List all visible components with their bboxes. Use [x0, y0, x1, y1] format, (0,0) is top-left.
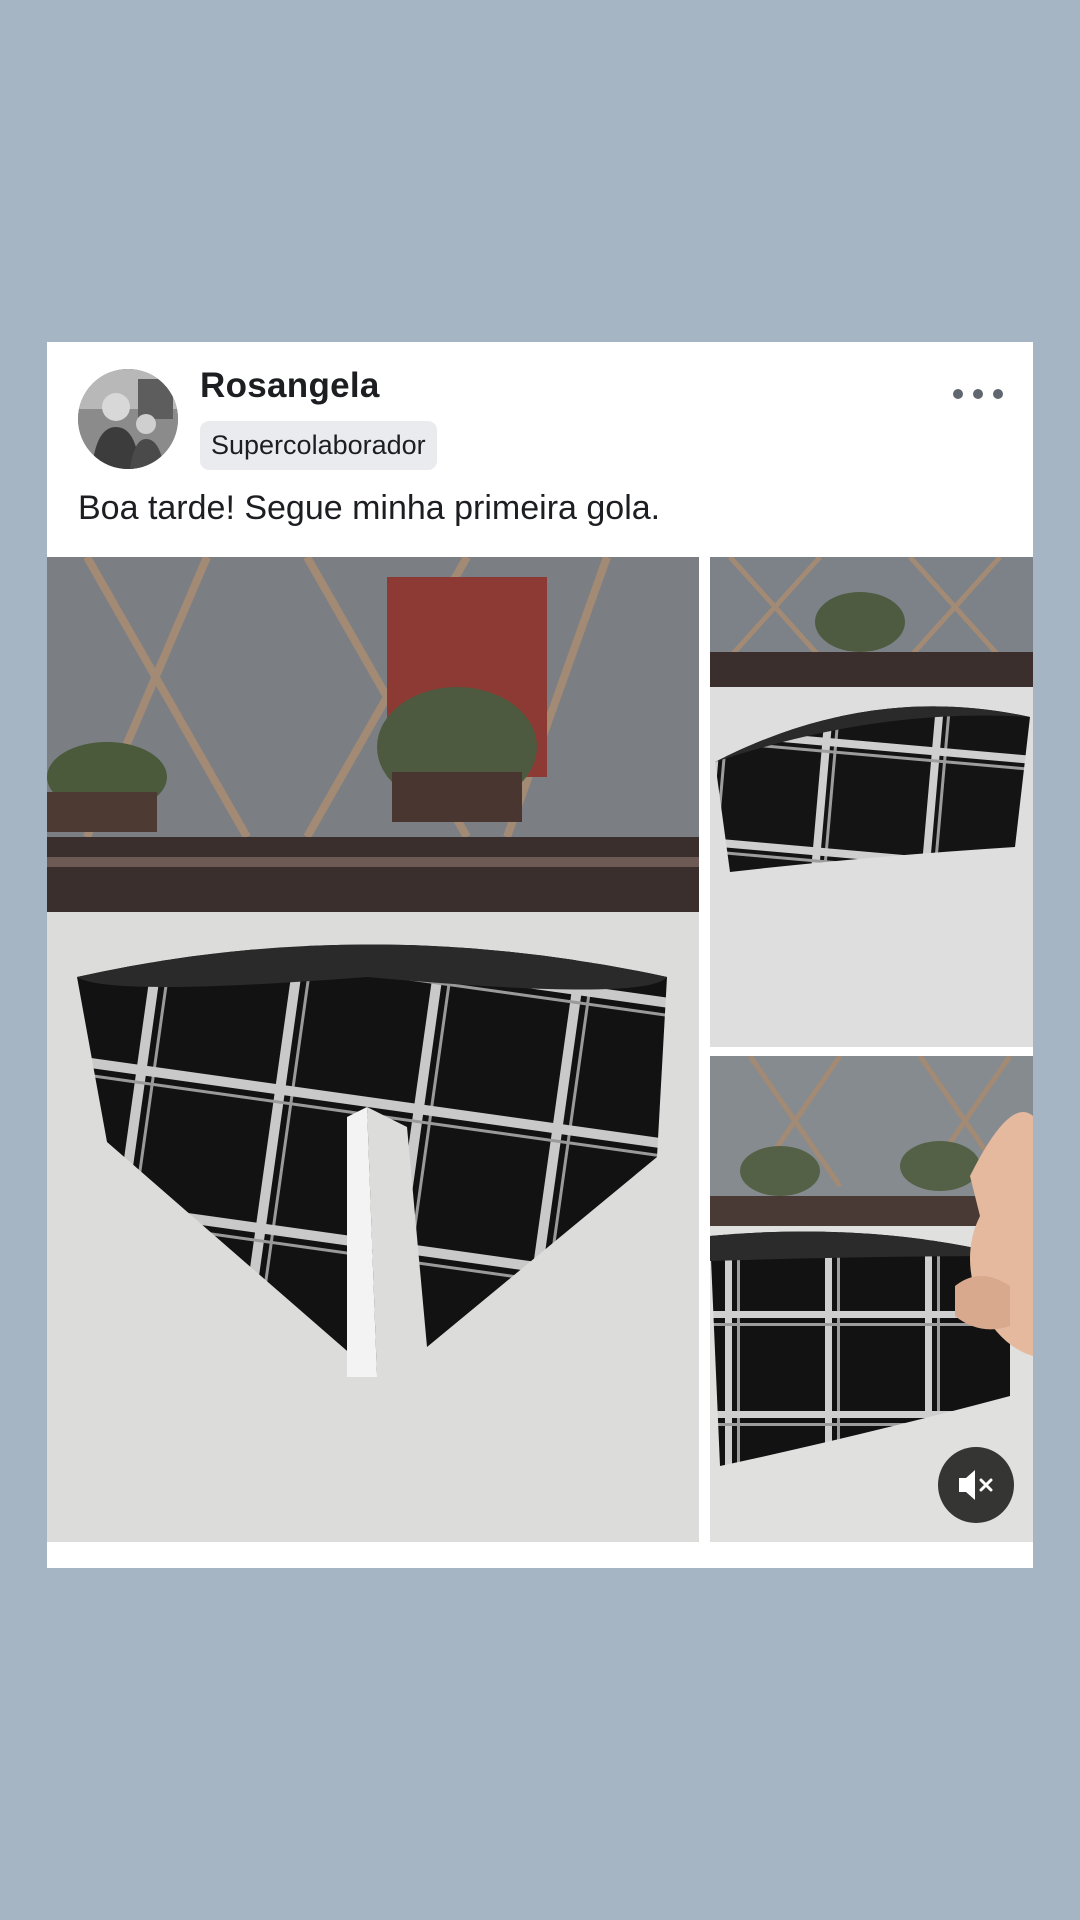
post-card: Rosangela Supercolaborador Boa tarde! Se…	[47, 342, 1033, 1568]
mute-toggle-button[interactable]	[938, 1447, 1014, 1523]
more-horizontal-icon	[953, 389, 963, 399]
avatar[interactable]	[78, 369, 178, 469]
author-name[interactable]: Rosangela	[200, 366, 380, 406]
muted-speaker-icon	[959, 1470, 993, 1500]
side-collar-photo[interactable]	[710, 557, 1033, 1047]
more-options-button[interactable]	[953, 382, 1003, 406]
more-dot	[973, 389, 983, 399]
more-dot	[993, 389, 1003, 399]
post-text: Boa tarde! Segue minha primeira gola.	[78, 489, 661, 527]
contributor-badge: Supercolaborador	[200, 421, 437, 470]
profile-photo-icon	[78, 369, 178, 469]
main-collar-photo[interactable]	[47, 557, 699, 1542]
